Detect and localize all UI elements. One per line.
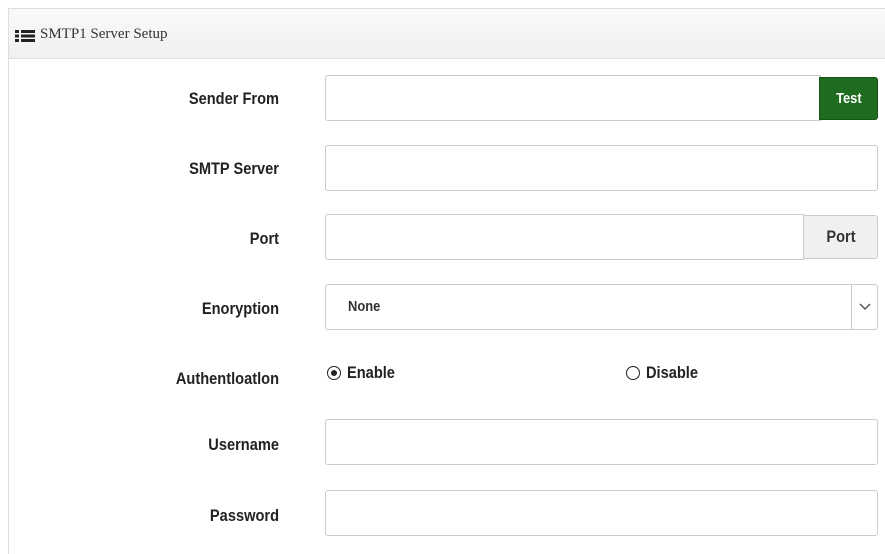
encryption-selected-value: None [348, 298, 381, 315]
auth-disable-radio[interactable]: Disable [626, 361, 706, 385]
panel-header: SMTP1 Server Setup [9, 9, 885, 59]
authentication-label: Authentloatlon [175, 369, 279, 388]
port-label: Port [249, 229, 279, 248]
port-addon: Port [803, 215, 878, 259]
list-icon [15, 30, 35, 42]
sender-from-input[interactable] [325, 75, 821, 121]
radio-checked-icon[interactable] [327, 366, 341, 380]
auth-disable-label: Disable [646, 363, 699, 382]
auth-enable-label: Enable [347, 363, 395, 382]
smtp-server-input[interactable] [325, 145, 878, 191]
chevron-down-icon[interactable] [851, 285, 877, 329]
smtp-server-label: SMTP Server [189, 159, 279, 178]
radio-unchecked-icon[interactable] [626, 366, 640, 380]
password-label: Password [209, 506, 279, 525]
auth-enable-radio[interactable]: Enable [327, 361, 403, 385]
encryption-select[interactable]: None [325, 284, 878, 330]
test-button[interactable]: Test [819, 77, 878, 120]
username-input[interactable] [325, 419, 878, 465]
port-input[interactable] [325, 214, 804, 260]
username-label: Username [208, 435, 279, 454]
encryption-label: Enoryption [201, 299, 279, 318]
panel-title: SMTP1 Server Setup [40, 26, 168, 42]
sender-from-label: Sender From [188, 89, 279, 108]
password-input[interactable] [325, 490, 878, 536]
